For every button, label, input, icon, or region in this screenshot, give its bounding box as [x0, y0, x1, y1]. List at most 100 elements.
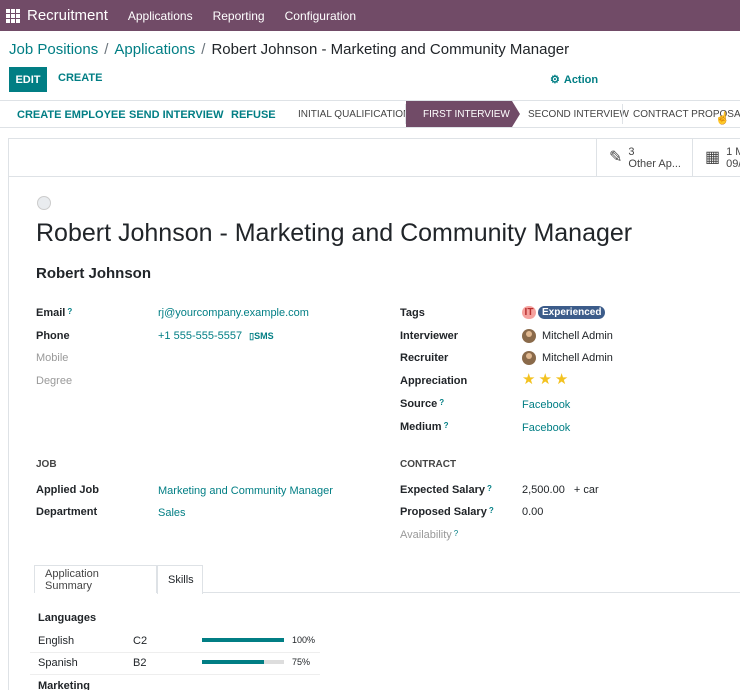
stage-second-interview[interactable]: SECOND INTERVIEW: [512, 101, 629, 127]
department-field[interactable]: Sales: [158, 507, 186, 519]
email-label-text: Email: [36, 307, 66, 319]
department-label: Department: [36, 506, 98, 518]
menu-configuration[interactable]: Configuration: [285, 9, 356, 23]
star-icon[interactable]: ★: [555, 371, 571, 388]
meetings-count: 1 M: [726, 145, 740, 158]
tag-experienced[interactable]: Experienced: [538, 306, 606, 319]
source-field[interactable]: Facebook: [522, 399, 570, 411]
help-icon[interactable]: ?: [489, 506, 494, 515]
skill-progress-bar: [202, 660, 284, 664]
stage-first-interview[interactable]: FIRST INTERVIEW: [406, 101, 520, 127]
other-applications-count: 3: [628, 145, 635, 158]
contract-section-title: CONTRACT: [400, 459, 457, 470]
priority-toggle[interactable]: [37, 196, 51, 210]
skill-name: Spanish: [38, 657, 78, 669]
smart-button-box: ✎ 3 Other Ap... ▦ 1 M 09/: [9, 139, 740, 177]
send-interview-button[interactable]: SEND INTERVIEW: [129, 109, 224, 121]
avatar: [522, 329, 536, 343]
applied-job-field[interactable]: Marketing and Community Manager: [158, 485, 333, 497]
meetings-label: 09/: [726, 157, 740, 170]
breadcrumb: Job Positions / Applications / Robert Johnso…: [9, 41, 569, 58]
interviewer-field[interactable]: Mitchell Admin: [522, 329, 613, 343]
star-icon[interactable]: ★: [522, 371, 538, 388]
phone-label: Phone: [36, 330, 70, 342]
degree-label: Degree: [36, 375, 73, 387]
stage-initial-qualification[interactable]: INITIAL QUALIFICATION: [286, 101, 410, 127]
app-name[interactable]: Recruitment: [27, 7, 108, 24]
stage-label: FIRST INTERVIEW: [423, 108, 510, 120]
medium-label: Medium?: [400, 421, 448, 433]
other-applications-button[interactable]: ✎ 3 Other Ap...: [596, 139, 692, 176]
help-icon[interactable]: ?: [444, 421, 449, 430]
stage-label: SECOND INTERVIEW: [528, 108, 629, 120]
recruiter-value: Mitchell Admin: [542, 351, 613, 364]
help-icon[interactable]: ?: [454, 529, 458, 538]
form-sheet: ✎ 3 Other Ap... ▦ 1 M 09/ Robert Johnson…: [8, 138, 740, 690]
hand-cursor-icon: ☝: [715, 111, 730, 125]
edit-button[interactable]: EDIT: [9, 67, 47, 92]
apps-menu-icon[interactable]: [6, 8, 20, 23]
expected-salary-field[interactable]: 2,500.00 + car: [522, 484, 599, 496]
skill-name: English: [38, 635, 75, 647]
email-field[interactable]: rj@yourcompany.example.com: [158, 307, 309, 319]
interviewer-label: Interviewer: [400, 330, 459, 342]
tags-field[interactable]: IT Experienced: [522, 306, 606, 319]
job-section-title: JOB: [36, 459, 57, 470]
help-icon[interactable]: ?: [439, 398, 444, 407]
skill-progress-bar: [202, 638, 284, 642]
expected-salary-extra: + car: [573, 484, 599, 496]
partner-name: Robert Johnson: [36, 265, 151, 282]
expected-salary-value: 2,500.00: [522, 484, 565, 496]
skill-group-languages: Languages: [38, 612, 97, 624]
refuse-button[interactable]: REFUSE: [231, 109, 276, 121]
create-employee-button[interactable]: CREATE EMPLOYEE: [17, 109, 126, 121]
action-label: Action: [563, 73, 599, 86]
medium-label-text: Medium: [400, 421, 442, 433]
email-label: Email?: [36, 307, 72, 319]
breadcrumb-current: Robert Johnson - Marketing and Community…: [211, 41, 570, 58]
proposed-salary-field[interactable]: 0.00: [522, 506, 543, 518]
source-label: Source?: [400, 398, 444, 410]
stage-label: INITIAL QUALIFICATION: [298, 108, 411, 120]
breadcrumb-separator: /: [201, 41, 206, 58]
star-icon[interactable]: ★: [538, 371, 554, 388]
smart-button-text: 3 Other Ap...: [628, 146, 681, 170]
row-divider: [30, 652, 320, 653]
medium-field[interactable]: Facebook: [522, 422, 570, 434]
create-button[interactable]: CREATE: [58, 72, 102, 84]
interviewer-value: Mitchell Admin: [542, 329, 613, 342]
tab-application-summary[interactable]: Application Summary: [34, 565, 157, 593]
expected-salary-label: Expected Salary?: [400, 484, 492, 496]
breadcrumb-job-positions[interactable]: Job Positions: [9, 41, 98, 58]
recruiter-field[interactable]: Mitchell Admin: [522, 351, 613, 365]
progress-fill: [202, 638, 284, 642]
tags-label: Tags: [400, 307, 425, 319]
help-icon[interactable]: ?: [67, 307, 72, 316]
appreciation-stars[interactable]: ★★★: [522, 370, 571, 388]
statusbar: CREATE EMPLOYEE SEND INTERVIEW REFUSE IN…: [0, 100, 740, 128]
breadcrumb-applications[interactable]: Applications: [114, 41, 195, 58]
sms-button[interactable]: ▯SMS: [249, 331, 273, 341]
pencil-icon: ✎: [609, 148, 623, 166]
tag-it[interactable]: IT: [522, 306, 536, 319]
menu-applications[interactable]: Applications: [128, 9, 193, 23]
gear-icon: ⚙: [550, 74, 560, 86]
smart-button-text: 1 M 09/: [726, 146, 740, 170]
action-button[interactable]: ⚙ Action: [550, 73, 599, 87]
phone-field[interactable]: +1 555-555-5557 ▯SMS: [158, 330, 274, 342]
availability-label: Availability?: [400, 529, 458, 541]
applied-job-label: Applied Job: [36, 484, 99, 496]
calendar-icon: ▦: [705, 148, 721, 166]
menu-reporting[interactable]: Reporting: [213, 9, 265, 23]
help-icon[interactable]: ?: [487, 484, 492, 493]
appreciation-label: Appreciation: [400, 375, 468, 387]
source-label-text: Source: [400, 398, 438, 410]
stage-pipeline: INITIAL QUALIFICATION FIRST INTERVIEW SE…: [286, 101, 740, 127]
breadcrumb-separator: /: [104, 41, 109, 58]
meetings-button[interactable]: ▦ 1 M 09/: [692, 139, 740, 176]
other-applications-label: Other Ap...: [628, 157, 681, 170]
top-navbar: Recruitment Applications Reporting Confi…: [0, 0, 740, 31]
row-divider: [30, 674, 320, 675]
skill-percent: 100%: [292, 635, 316, 645]
tab-skills[interactable]: Skills: [157, 565, 203, 594]
